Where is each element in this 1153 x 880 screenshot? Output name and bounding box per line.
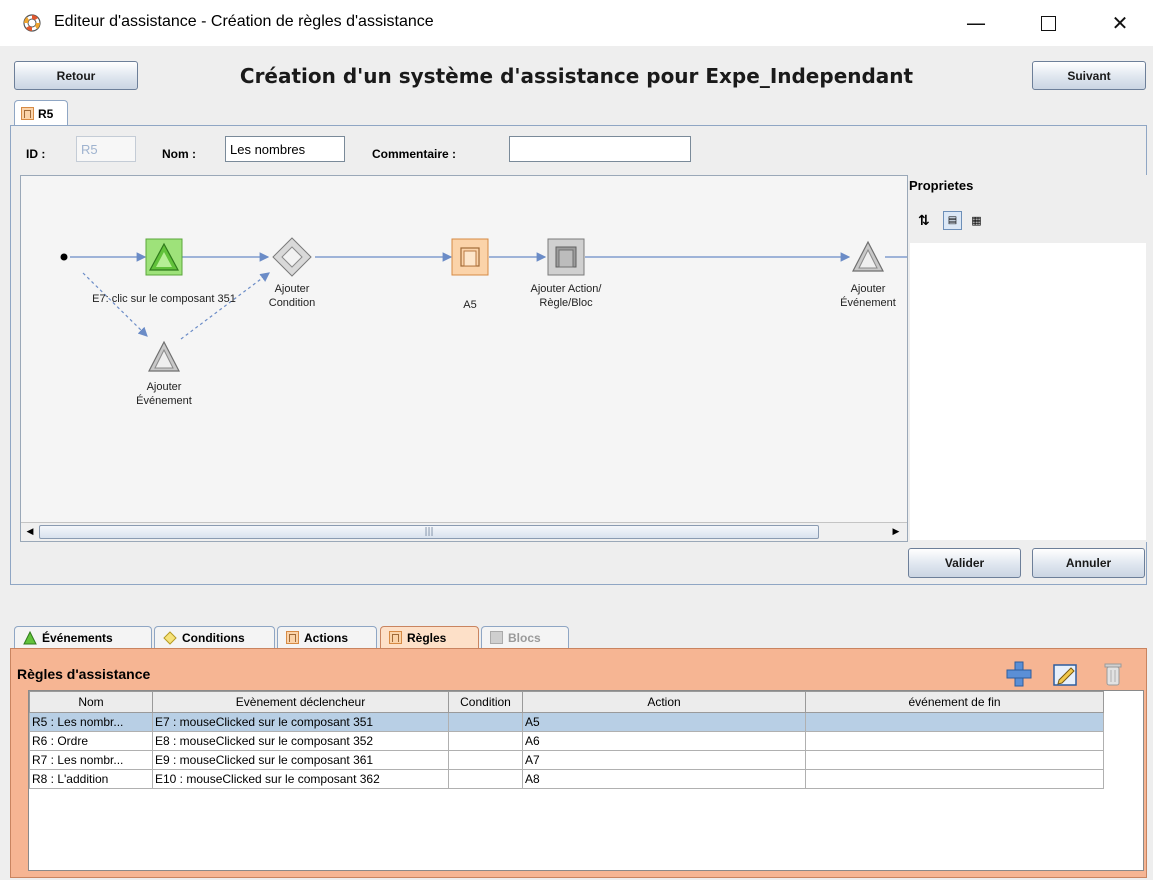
- comment-field[interactable]: [509, 136, 691, 162]
- add-condition-node[interactable]: [271, 236, 313, 278]
- add-rule-button[interactable]: [1005, 660, 1033, 688]
- properties-panel: Proprietes ⇅ ▤ ▦: [908, 175, 1149, 542]
- maximize-icon: [1040, 15, 1056, 31]
- add-action-node[interactable]: [547, 238, 585, 276]
- start-dot: [60, 253, 68, 261]
- column-header-action[interactable]: Action: [522, 691, 806, 713]
- scroll-left-icon[interactable]: ◀: [23, 525, 37, 539]
- comment-label: Commentaire :: [372, 147, 457, 161]
- add-condition-label: Ajouter Condition: [268, 283, 316, 309]
- column-header-end-event[interactable]: événement de fin: [805, 691, 1104, 713]
- table-row[interactable]: R5 : Les nombr... E7 : mouseClicked sur …: [29, 712, 1104, 732]
- column-header-condition[interactable]: Condition: [448, 691, 523, 713]
- event-icon: [23, 630, 37, 644]
- cell-end-event: [805, 712, 1104, 732]
- cell-end-event: [805, 750, 1104, 770]
- tab-actions[interactable]: Actions: [277, 626, 377, 648]
- cell-nom: R5 : Les nombr...: [29, 712, 153, 732]
- add-alt-event-label: Ajouter Événement: [136, 381, 192, 407]
- cell-action: A8: [522, 769, 806, 789]
- validate-button[interactable]: Valider: [908, 548, 1021, 578]
- rules-panel: Règles d'assistance Nom Evènement déclen…: [10, 648, 1147, 878]
- description-view-icon[interactable]: ▦: [968, 212, 985, 229]
- block-icon: [490, 631, 503, 644]
- action-a5-label: A5: [463, 299, 477, 311]
- column-header-nom[interactable]: Nom: [29, 691, 153, 713]
- event-e7-label: E7: clic sur le composant 351: [92, 293, 236, 305]
- cell-nom: R8 : L'addition: [29, 769, 153, 789]
- properties-title: Proprietes: [909, 178, 974, 193]
- trash-icon: [1104, 663, 1122, 686]
- maximize-button[interactable]: [1024, 0, 1072, 46]
- table-row[interactable]: R6 : Ordre E8 : mouseClicked sur le comp…: [29, 731, 1104, 751]
- edit-rule-button[interactable]: [1051, 660, 1079, 688]
- add-end-event-label: Ajouter Événement: [840, 283, 896, 309]
- close-button[interactable]: ✕: [1096, 0, 1144, 46]
- action-icon: [286, 631, 299, 644]
- cancel-button[interactable]: Annuler: [1032, 548, 1145, 578]
- next-button[interactable]: Suivant: [1032, 61, 1146, 90]
- window-titlebar: Editeur d'assistance - Création de règle…: [0, 0, 1153, 46]
- rule-icon: [21, 107, 34, 120]
- cell-action: A5: [522, 712, 806, 732]
- minimize-button[interactable]: —: [952, 0, 1000, 46]
- sort-alpha-icon[interactable]: ⇅: [918, 213, 930, 229]
- plus-icon: [1006, 661, 1032, 687]
- add-alt-event-node[interactable]: [145, 338, 183, 376]
- cell-condition: [448, 769, 523, 789]
- name-field[interactable]: [225, 136, 345, 162]
- event-e7-node[interactable]: [145, 238, 183, 276]
- cell-end-event: [805, 731, 1104, 751]
- properties-sheet[interactable]: [910, 243, 1146, 540]
- cell-action: A6: [522, 731, 806, 751]
- rules-table: Nom Evènement déclencheur Condition Acti…: [29, 691, 1104, 789]
- page-title: Création d'un système d'assistance pour …: [239, 64, 914, 88]
- cell-end-event: [805, 769, 1104, 789]
- column-header-event[interactable]: Evènement déclencheur: [152, 691, 449, 713]
- cell-nom: R7 : Les nombr...: [29, 750, 153, 770]
- rules-panel-title: Règles d'assistance: [17, 666, 151, 682]
- id-label: ID :: [26, 147, 46, 161]
- table-row[interactable]: R8 : L'addition E10 : mouseClicked sur l…: [29, 769, 1104, 789]
- tab-conditions[interactable]: Conditions: [154, 626, 275, 648]
- tab-rule-r5[interactable]: R5: [14, 100, 68, 126]
- rule-diagram-canvas[interactable]: E7: clic sur le composant 351 Ajouter Co…: [20, 175, 908, 542]
- rules-table-container: Nom Evènement déclencheur Condition Acti…: [28, 690, 1144, 871]
- delete-rule-button[interactable]: [1099, 660, 1127, 688]
- window-title: Editeur d'assistance - Création de règle…: [54, 13, 434, 30]
- tab-rules[interactable]: Règles: [380, 626, 479, 648]
- lifebuoy-icon: [23, 14, 41, 32]
- cell-condition: [448, 750, 523, 770]
- scroll-right-icon[interactable]: ▶: [889, 525, 903, 539]
- rule-icon: [389, 631, 402, 644]
- edit-icon: [1053, 664, 1077, 686]
- cell-event: E10 : mouseClicked sur le composant 362: [152, 769, 449, 789]
- table-header-row: Nom Evènement déclencheur Condition Acti…: [29, 691, 1104, 713]
- cell-nom: R6 : Ordre: [29, 731, 153, 751]
- tab-events[interactable]: Événements: [14, 626, 152, 648]
- cell-event: E8 : mouseClicked sur le composant 352: [152, 731, 449, 751]
- categorized-view-icon[interactable]: ▤: [943, 211, 962, 230]
- add-end-event-node[interactable]: [849, 238, 887, 276]
- add-action-label: Ajouter Action/ Règle/Bloc: [530, 283, 602, 309]
- cell-event: E9 : mouseClicked sur le composant 361: [152, 750, 449, 770]
- name-label: Nom :: [162, 147, 196, 161]
- close-icon: ✕: [1111, 11, 1129, 35]
- cell-condition: [448, 712, 523, 732]
- condition-icon: [163, 630, 177, 645]
- table-row[interactable]: R7 : Les nombr... E9 : mouseClicked sur …: [29, 750, 1104, 770]
- scroll-thumb[interactable]: |||: [39, 525, 819, 539]
- action-a5-node[interactable]: [451, 238, 489, 276]
- horizontal-scrollbar[interactable]: ◀ ||| ▶: [21, 522, 907, 541]
- tab-blocks: Blocs: [481, 626, 569, 648]
- cell-condition: [448, 731, 523, 751]
- tab-label: R5: [38, 106, 54, 121]
- minimize-icon: —: [966, 11, 986, 35]
- cell-event: E7 : mouseClicked sur le composant 351: [152, 712, 449, 732]
- cell-action: A7: [522, 750, 806, 770]
- id-field: [76, 136, 136, 162]
